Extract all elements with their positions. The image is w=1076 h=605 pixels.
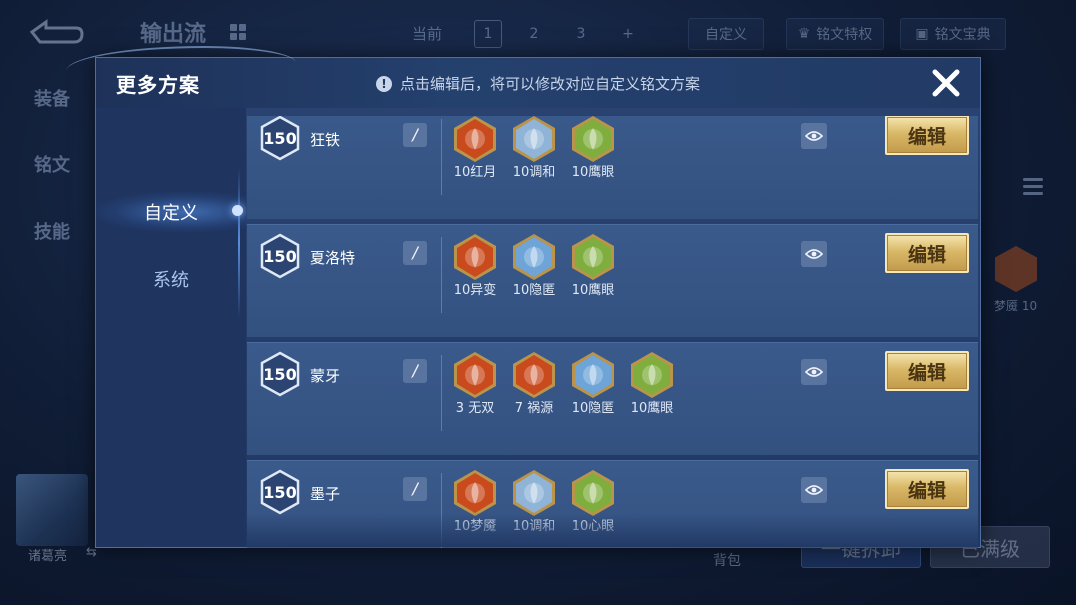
edit-button[interactable]: 编辑 [885, 233, 969, 273]
eagle-eye-rune-icon[interactable] [569, 116, 617, 163]
close-icon [932, 69, 960, 97]
level-badge: 150 [259, 351, 301, 397]
scheme-list[interactable]: 150 狂铁 10红月 10调和 10鹰眼 编辑 150 夏洛特 10异变 10隐匿 10鹰眼 编辑 1… [247, 116, 978, 548]
side-tab-equipment[interactable]: 装备 [34, 85, 70, 111]
rune-label: 10鹰眼 [630, 401, 674, 416]
side-tab-runes[interactable]: 铭文 [34, 151, 70, 177]
stealth-rune-icon[interactable] [510, 233, 558, 281]
close-button[interactable] [928, 65, 964, 101]
scheme-name: 蒙牙 [310, 367, 341, 385]
dialog-hint: ! 点击编辑后，将可以修改对应自定义铭文方案 [376, 73, 700, 94]
menu-icon[interactable] [1023, 178, 1043, 199]
calamity-rune-icon[interactable] [510, 351, 558, 399]
scheme-row: 150 狂铁 10红月 10调和 10鹰眼 编辑 [247, 116, 978, 219]
pencil-icon [411, 246, 419, 260]
edit-button[interactable]: 编辑 [885, 116, 969, 155]
preview-button[interactable] [801, 359, 827, 385]
page-tab-3[interactable]: 3 [567, 20, 595, 48]
eye-icon [805, 131, 823, 141]
hint-text: 点击编辑后，将可以修改对应自定义铭文方案 [400, 75, 701, 93]
level-value: 150 [263, 128, 297, 148]
rune-label: 梦魇 10 [994, 299, 1038, 313]
level-badge: 150 [259, 469, 301, 515]
more-schemes-dialog: 更多方案 ! 点击编辑后，将可以修改对应自定义铭文方案 自定义 系统 150 狂铁… [66, 46, 981, 548]
row-divider [441, 237, 442, 313]
level-value: 150 [263, 246, 297, 266]
grid-icon[interactable] [230, 24, 246, 40]
level-value: 150 [263, 364, 297, 384]
scheme-row: 150 蒙牙 3 无双 7 祸源 10隐匿 10鹰眼 编辑 [247, 342, 978, 455]
book-icon: ▣ [915, 26, 929, 42]
custom-button-label: 自定义 [705, 27, 747, 43]
nightmare-rune-icon[interactable] [451, 469, 499, 517]
stealth-rune-icon[interactable] [569, 351, 617, 399]
eye-icon [805, 485, 823, 495]
eagle-eye-rune-icon[interactable] [628, 351, 676, 399]
eye-icon [805, 249, 823, 259]
harmony-rune-icon[interactable] [510, 116, 558, 163]
sidebar-divider [238, 168, 240, 318]
rename-button[interactable] [403, 123, 427, 147]
page-tab-1[interactable]: 1 [474, 20, 502, 48]
page-tab-add[interactable]: + [614, 20, 642, 48]
peerless-rune-icon[interactable] [451, 351, 499, 399]
preview-button[interactable] [801, 241, 827, 267]
tab-custom[interactable]: 自定义 [96, 192, 246, 232]
scheme-row: 150 墨子 10梦魇 10调和 10心眼 编辑 [247, 460, 978, 548]
edit-button[interactable]: 编辑 [885, 469, 969, 509]
rename-button[interactable] [403, 359, 427, 383]
privilege-button-label: 铭文特权 [816, 27, 873, 43]
dialog-header: 更多方案 ! 点击编辑后，将可以修改对应自定义铭文方案 [66, 46, 980, 108]
scheme-row: 150 夏洛特 10异变 10隐匿 10鹰眼 编辑 [247, 224, 978, 337]
level-value: 150 [263, 482, 297, 502]
dictionary-button-label: 铭文宝典 [934, 27, 991, 43]
level-badge: 150 [259, 116, 301, 161]
red-moon-rune-icon[interactable] [451, 116, 499, 163]
mutation-rune-icon[interactable] [451, 233, 499, 281]
edit-button[interactable]: 编辑 [885, 351, 969, 391]
rename-button[interactable] [403, 241, 427, 265]
scheme-name: 墨子 [310, 485, 341, 503]
level-badge: 150 [259, 233, 301, 279]
rune-label: 10心眼 [571, 519, 615, 534]
scheme-name: 狂铁 [310, 131, 341, 149]
build-title: 输出流 [140, 22, 207, 47]
hero-name: 诸葛亮 [28, 549, 68, 564]
preview-button[interactable] [801, 477, 827, 503]
crown-icon: ♛ [797, 26, 811, 42]
custom-button[interactable]: 自定义 [688, 18, 764, 50]
row-divider [441, 119, 442, 195]
eye-icon [805, 367, 823, 377]
eagle-eye-rune-icon[interactable] [569, 233, 617, 281]
active-tab-indicator [232, 205, 243, 216]
info-icon: ! [376, 75, 392, 92]
side-tab-skills[interactable]: 技能 [34, 218, 70, 244]
mind-eye-rune-icon[interactable] [569, 469, 617, 517]
current-label: 当前 [412, 25, 443, 43]
page-tab-2[interactable]: 2 [520, 20, 548, 48]
rune-label: 10鹰眼 [571, 165, 615, 180]
bag-label[interactable]: 背包 [713, 550, 741, 570]
row-divider [441, 355, 442, 431]
pencil-icon [411, 128, 419, 142]
pencil-icon [411, 364, 419, 378]
tab-system[interactable]: 系统 [96, 259, 246, 299]
privilege-button[interactable]: ♛ 铭文特权 [786, 18, 884, 50]
scheme-name: 夏洛特 [310, 249, 356, 267]
hero-avatar[interactable] [16, 474, 88, 546]
tab-custom-label: 自定义 [144, 203, 198, 224]
dialog-sidebar: 自定义 系统 [96, 108, 246, 547]
rune-label: 10鹰眼 [571, 283, 615, 298]
preview-button[interactable] [801, 123, 827, 149]
nightmare-rune-icon [995, 246, 1037, 292]
dictionary-button[interactable]: ▣ 铭文宝典 [900, 18, 1006, 50]
dialog-title: 更多方案 [116, 73, 200, 97]
row-divider [441, 473, 442, 548]
pencil-icon [411, 482, 419, 496]
harmony-rune-icon[interactable] [510, 469, 558, 517]
tab-system-label: 系统 [153, 270, 189, 291]
back-arrow-icon[interactable] [28, 18, 84, 46]
rename-button[interactable] [403, 477, 427, 501]
